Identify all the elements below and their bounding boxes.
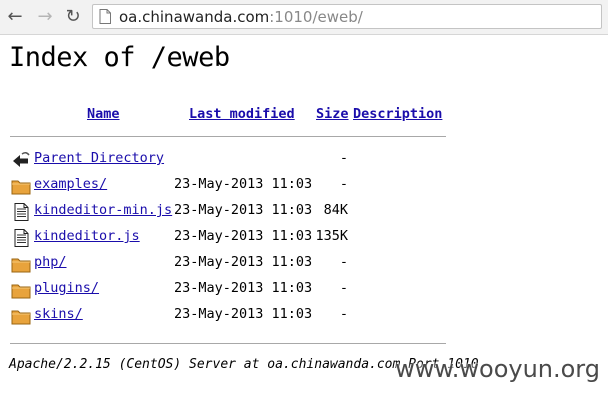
entry-size: - [339, 176, 348, 192]
header-divider [10, 136, 446, 137]
entry-last-modified: 23-May-2013 11:03 [174, 176, 313, 192]
list-item: kindeditor-min.js 23-May-2013 11:03 84K [10, 199, 446, 225]
entry-name-link[interactable]: kindeditor.js [34, 228, 140, 244]
address-bar[interactable]: oa.chinawanda.com:1010/eweb/ [92, 4, 602, 29]
list-item: php/23-May-2013 11:03 - [10, 251, 446, 277]
entry-name-link[interactable]: kindeditor-min.js [34, 202, 172, 218]
entry-name-link[interactable]: php/ [34, 254, 67, 270]
entry-size: - [339, 306, 348, 322]
entry-size: 135K [315, 228, 348, 244]
arrow-right-icon: → [37, 6, 53, 27]
list-item: examples/23-May-2013 11:03 - [10, 173, 446, 199]
entry-last-modified: 23-May-2013 11:03 [174, 254, 313, 270]
entry-size: - [339, 280, 348, 296]
entry-size: - [339, 254, 348, 270]
entry-last-modified: 23-May-2013 11:03 [174, 228, 313, 244]
entry-name-link[interactable]: plugins/ [34, 280, 99, 296]
sort-by-size-link[interactable]: Size [316, 106, 349, 122]
browser-toolbar: ← → ↻ oa.chinawanda.com:1010/eweb/ [0, 0, 608, 35]
folder-icon[interactable] [11, 281, 31, 299]
entry-last-modified: 23-May-2013 11:03 [174, 306, 313, 322]
watermark: www.wooyun.org [395, 355, 600, 383]
url-host: oa.chinawanda.com [119, 8, 270, 26]
list-item: skins/23-May-2013 11:03 - [10, 303, 446, 329]
folder-icon[interactable] [11, 177, 31, 195]
arrow-left-icon: ← [7, 6, 23, 27]
list-item: plugins/23-May-2013 11:03 - [10, 277, 446, 303]
entry-name-link[interactable]: examples/ [34, 176, 107, 192]
listing-header: Name Last modified Size Description [10, 104, 446, 130]
back-button[interactable]: ← [4, 6, 26, 28]
entry-size: - [339, 150, 348, 166]
list-item: kindeditor.js 23-May-2013 11:03 135K [10, 225, 446, 251]
footer-divider [10, 343, 446, 344]
entry-name-link[interactable]: skins/ [34, 306, 83, 322]
page-title: Index of /eweb [9, 42, 230, 73]
sort-by-description-link[interactable]: Description [353, 106, 442, 122]
entry-last-modified: 23-May-2013 11:03 [174, 202, 313, 218]
file-icon[interactable] [11, 203, 31, 221]
folder-icon[interactable] [11, 307, 31, 325]
entry-last-modified: 23-May-2013 11:03 [174, 280, 313, 296]
page-icon [99, 9, 111, 24]
file-icon[interactable] [11, 229, 31, 247]
entry-name-link[interactable]: Parent Directory [34, 150, 164, 166]
reload-icon: ↻ [65, 6, 81, 27]
url-text: oa.chinawanda.com:1010/eweb/ [119, 8, 363, 26]
sort-by-last-modified-link[interactable]: Last modified [189, 106, 295, 122]
folder-icon[interactable] [11, 255, 31, 273]
entry-size: 84K [323, 202, 348, 218]
back-icon[interactable] [11, 151, 31, 169]
list-item: Parent Directory - [10, 147, 446, 173]
sort-by-name-link[interactable]: Name [87, 106, 120, 122]
url-path: :1010/eweb/ [269, 8, 363, 26]
forward-button[interactable]: → [34, 6, 56, 28]
listing-rows: Parent Directory - examples/23-May-2013 11… [10, 147, 446, 329]
reload-button[interactable]: ↻ [62, 6, 84, 28]
directory-listing: Name Last modified Size Description Pare… [10, 104, 446, 329]
